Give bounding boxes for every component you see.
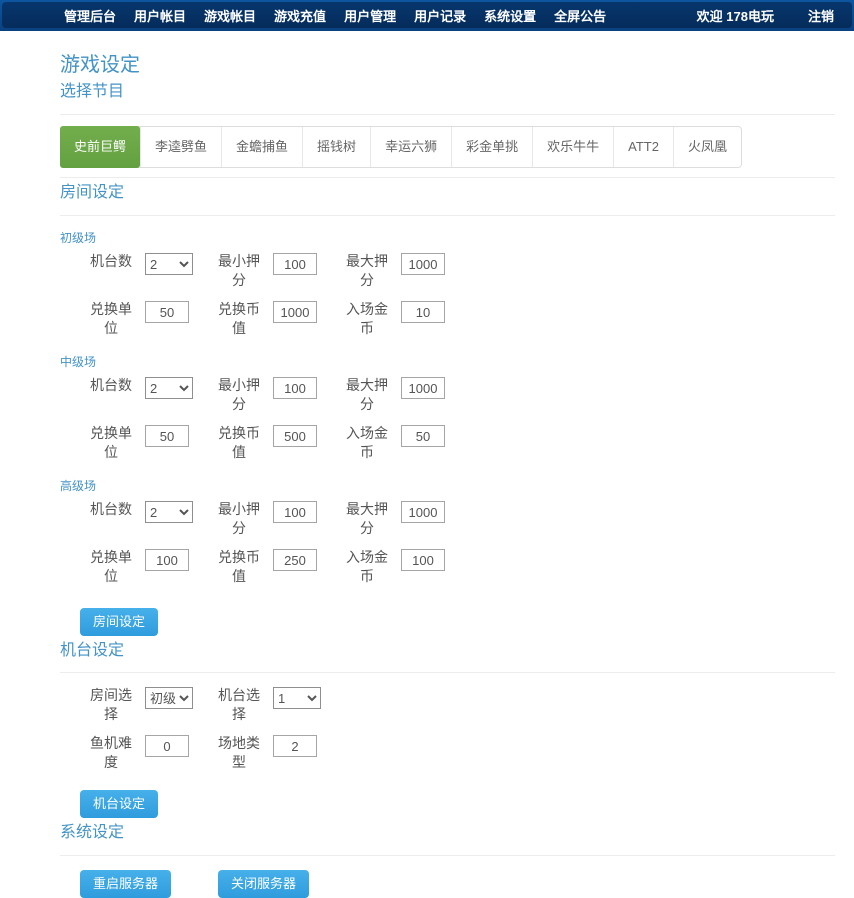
section-title-machine-settings: 机台设定 — [60, 636, 835, 660]
shutdown-server-button[interactable]: 关闭服务器 — [218, 870, 309, 898]
nav-item-system-settings[interactable]: 系统设置 — [484, 6, 536, 25]
divider — [60, 855, 835, 856]
tab-fire-phoenix[interactable]: 火凤凰 — [673, 127, 741, 167]
exchange-unit-input[interactable] — [145, 549, 189, 571]
room-row-machines-bets: 机台数 2 最小押分 最大押分 — [60, 376, 835, 416]
room-row-exchange: 兑换单位 兑换币值 入场金币 — [60, 424, 835, 464]
label-fish-difficulty: 鱼机难度 — [85, 734, 137, 772]
label-exchange-value: 兑换币值 — [213, 300, 265, 338]
divider — [60, 672, 835, 673]
label-exchange-unit: 兑换单位 — [85, 548, 137, 586]
label-min-bet: 最小押分 — [213, 500, 265, 538]
label-machine-select: 机台选择 — [213, 686, 265, 724]
room-row-exchange: 兑换单位 兑换币值 入场金币 — [60, 548, 835, 588]
field-type-input[interactable] — [273, 735, 317, 757]
tab-att2[interactable]: ATT2 — [613, 127, 673, 167]
room-row-machines-bets: 机台数 2 最小押分 最大押分 — [60, 252, 835, 292]
label-machine-count: 机台数 — [85, 376, 137, 395]
room-name: 高级场 — [60, 477, 835, 494]
entry-coin-input[interactable] — [401, 549, 445, 571]
label-field-type: 场地类型 — [213, 734, 265, 772]
label-entry-coin: 入场金币 — [341, 300, 393, 338]
room-select[interactable]: 初级 — [145, 687, 193, 709]
label-room-select: 房间选择 — [85, 686, 137, 724]
min-bet-input[interactable] — [273, 253, 317, 275]
tab-prehistoric-croc[interactable]: 史前巨鳄 — [60, 126, 140, 168]
machine-count-select[interactable]: 2 — [145, 501, 193, 523]
exchange-unit-input[interactable] — [145, 301, 189, 323]
room-row-exchange: 兑换单位 兑换币值 入场金币 — [60, 300, 835, 340]
nav-item-user-accounts[interactable]: 用户帐目 — [134, 6, 186, 25]
nav-item-admin-backend[interactable]: 管理后台 — [64, 6, 116, 25]
label-min-bet: 最小押分 — [213, 376, 265, 414]
entry-coin-input[interactable] — [401, 301, 445, 323]
label-max-bet: 最大押分 — [341, 252, 393, 290]
label-exchange-unit: 兑换单位 — [85, 300, 137, 338]
exchange-unit-input[interactable] — [145, 425, 189, 447]
machine-count-select[interactable]: 2 — [145, 253, 193, 275]
nav-item-user-manage[interactable]: 用户管理 — [344, 6, 396, 25]
room-group-advanced: 高级场 机台数 2 最小押分 最大押分 兑换单位 兑换币值 入场金币 — [60, 477, 835, 588]
divider — [60, 114, 835, 115]
room-settings-submit-button[interactable]: 房间设定 — [80, 608, 158, 636]
min-bet-input[interactable] — [273, 377, 317, 399]
entry-coin-input[interactable] — [401, 425, 445, 447]
restart-server-button[interactable]: 重启服务器 — [80, 870, 171, 898]
main-content: 游戏设定 选择节目 史前巨鳄 李逵劈鱼 金蟾捕鱼 摇钱树 幸运六狮 彩金单挑 欢… — [60, 48, 835, 898]
logout-link[interactable]: 注销 — [808, 6, 834, 25]
exchange-value-input[interactable] — [273, 549, 317, 571]
section-title-select-program: 选择节目 — [60, 77, 835, 101]
exchange-value-input[interactable] — [273, 301, 317, 323]
tab-golden-toad[interactable]: 金蟾捕鱼 — [221, 127, 302, 167]
nav-item-user-records[interactable]: 用户记录 — [414, 6, 466, 25]
tab-jackpot-duel[interactable]: 彩金单挑 — [451, 127, 532, 167]
room-row-machines-bets: 机台数 2 最小押分 最大押分 — [60, 500, 835, 540]
max-bet-input[interactable] — [401, 253, 445, 275]
navbar-right: 欢迎 178电玩 注销 — [697, 6, 834, 25]
exchange-value-input[interactable] — [273, 425, 317, 447]
divider — [60, 215, 835, 216]
section-title-room-settings: 房间设定 — [60, 178, 835, 202]
label-exchange-value: 兑换币值 — [213, 548, 265, 586]
room-name: 初级场 — [60, 229, 835, 246]
system-buttons-row: 重启服务器 关闭服务器 — [80, 870, 835, 898]
nav-item-game-accounts[interactable]: 游戏帐目 — [204, 6, 256, 25]
label-exchange-value: 兑换币值 — [213, 424, 265, 462]
label-machine-count: 机台数 — [85, 252, 137, 271]
fish-difficulty-input[interactable] — [145, 735, 189, 757]
room-group-intermediate: 中级场 机台数 2 最小押分 最大押分 兑换单位 兑换币值 入场金币 — [60, 353, 835, 464]
machine-row-selects: 房间选择 初级 机台选择 1 — [60, 686, 835, 726]
max-bet-input[interactable] — [401, 501, 445, 523]
tab-money-tree[interactable]: 摇钱树 — [302, 127, 370, 167]
label-min-bet: 最小押分 — [213, 252, 265, 290]
label-machine-count: 机台数 — [85, 500, 137, 519]
label-max-bet: 最大押分 — [341, 376, 393, 414]
label-max-bet: 最大押分 — [341, 500, 393, 538]
page-title: 游戏设定 — [60, 48, 835, 77]
machine-settings-submit-button[interactable]: 机台设定 — [80, 790, 158, 818]
machine-count-select[interactable]: 2 — [145, 377, 193, 399]
max-bet-input[interactable] — [401, 377, 445, 399]
label-entry-coin: 入场金币 — [341, 424, 393, 462]
machine-select[interactable]: 1 — [273, 687, 321, 709]
label-exchange-unit: 兑换单位 — [85, 424, 137, 462]
section-title-system-settings: 系统设定 — [60, 818, 835, 842]
tab-lucky-six-lions[interactable]: 幸运六狮 — [370, 127, 451, 167]
label-entry-coin: 入场金币 — [341, 548, 393, 586]
room-name: 中级场 — [60, 353, 835, 370]
top-navbar: 管理后台 用户帐目 游戏帐目 游戏充值 用户管理 用户记录 系统设置 全屏公告 … — [0, 0, 854, 31]
top-navbar-inner: 管理后台 用户帐目 游戏帐目 游戏充值 用户管理 用户记录 系统设置 全屏公告 … — [2, 2, 852, 28]
nav-item-game-recharge[interactable]: 游戏充值 — [274, 6, 326, 25]
game-tab-bar: 史前巨鳄 李逵劈鱼 金蟾捕鱼 摇钱树 幸运六狮 彩金单挑 欢乐牛牛 ATT2 火… — [60, 126, 742, 168]
tab-happy-niuniu[interactable]: 欢乐牛牛 — [532, 127, 613, 167]
tab-likui-fish[interactable]: 李逵劈鱼 — [140, 127, 221, 167]
welcome-text: 欢迎 178电玩 — [697, 6, 774, 25]
room-group-beginner: 初级场 机台数 2 最小押分 最大押分 兑换单位 兑换币值 入场金币 — [60, 229, 835, 340]
machine-row-params: 鱼机难度 场地类型 — [60, 734, 835, 774]
nav-item-fullscreen-notice[interactable]: 全屏公告 — [554, 6, 606, 25]
min-bet-input[interactable] — [273, 501, 317, 523]
